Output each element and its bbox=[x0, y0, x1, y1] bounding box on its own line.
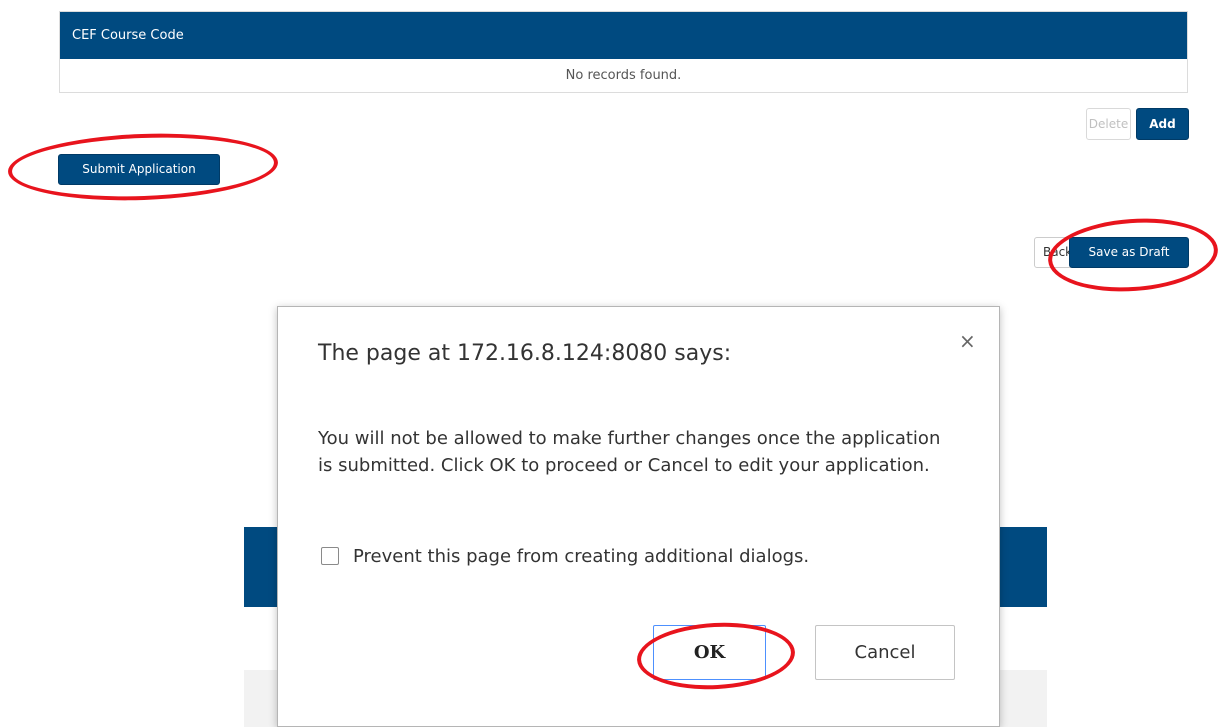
prevent-dialogs-checkbox[interactable] bbox=[321, 547, 339, 565]
back-button[interactable]: Back bbox=[1034, 237, 1072, 268]
cancel-button[interactable]: Cancel bbox=[815, 625, 955, 680]
save-as-draft-button[interactable]: Save as Draft bbox=[1069, 237, 1189, 268]
ok-button[interactable]: OK bbox=[653, 625, 766, 680]
table-header-cef-course-code: CEF Course Code bbox=[60, 12, 1187, 59]
add-button[interactable]: Add bbox=[1136, 108, 1189, 140]
delete-button[interactable]: Delete bbox=[1086, 108, 1131, 140]
cef-course-code-table: CEF Course Code No records found. bbox=[59, 11, 1188, 93]
confirm-dialog: The page at 172.16.8.124:8080 says: × Yo… bbox=[277, 306, 1000, 727]
dialog-title: The page at 172.16.8.124:8080 says: bbox=[318, 341, 732, 366]
table-empty-message: No records found. bbox=[565, 68, 682, 83]
prevent-dialogs-label[interactable]: Prevent this page from creating addition… bbox=[353, 546, 809, 567]
close-icon[interactable]: × bbox=[959, 329, 976, 353]
submit-application-button[interactable]: Submit Application bbox=[58, 154, 220, 185]
dialog-message: You will not be allowed to make further … bbox=[318, 428, 941, 476]
